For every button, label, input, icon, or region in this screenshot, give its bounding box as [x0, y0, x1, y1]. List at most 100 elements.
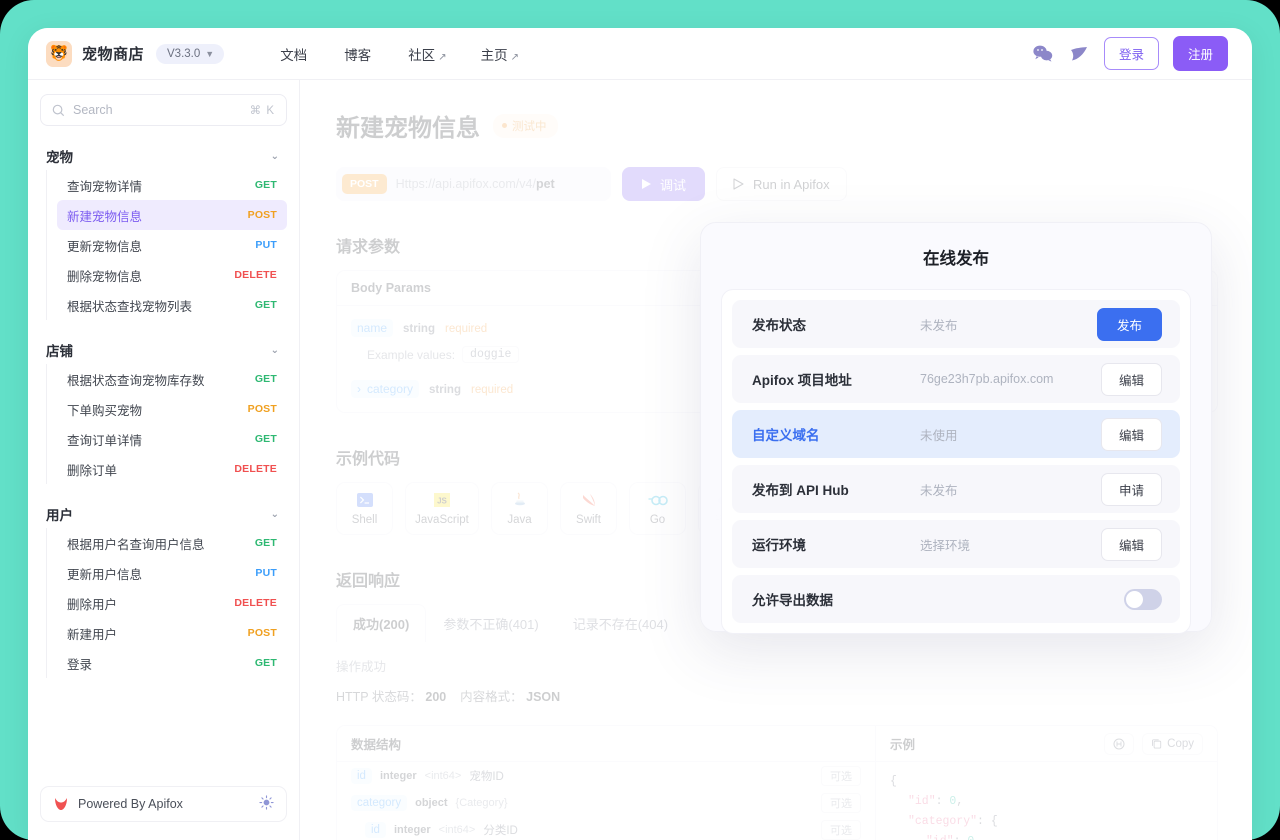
chevron-down-icon: ⌄: [271, 509, 279, 520]
allow-export-toggle[interactable]: [1124, 589, 1162, 610]
toggle-knob: [1126, 591, 1143, 608]
item-label: 更新宠物信息: [67, 236, 142, 255]
modal-row-publish-status: 发布状态 未发布 发布: [732, 300, 1180, 348]
sidebar-item-2-1[interactable]: 更新用户信息 PUT: [57, 558, 287, 588]
method-tag: GET: [255, 373, 277, 385]
item-label: 更新用户信息: [67, 564, 142, 583]
item-label: 查询订单详情: [67, 430, 142, 449]
nav-item-docs[interactable]: 文档: [280, 44, 310, 64]
method-tag: POST: [248, 209, 277, 221]
powered-label: Powered By Apifox: [78, 797, 183, 811]
nav-label: 主页: [481, 44, 508, 64]
method-tag: DELETE: [234, 463, 277, 475]
modal-row-api-hub: 发布到 API Hub 未发布 申请: [732, 465, 1180, 513]
sidebar-group-store: 店铺 ⌄ 根据状态查询宠物库存数 GET 下单购买宠物 POST 查询订单详情 …: [40, 338, 287, 484]
version-label: V3.3.0: [167, 48, 200, 60]
sidebar-group-header[interactable]: 店铺 ⌄: [40, 338, 287, 362]
method-tag: GET: [255, 537, 277, 549]
item-label: 新建用户: [67, 624, 117, 643]
app-window: 🐯 宠物商店 V3.3.0 ▼ 文档 博客 社区 ↗ 主页 ↗: [28, 28, 1252, 840]
nav-label: 文档: [280, 44, 307, 64]
sidebar-group-pets: 宠物 ⌄ 查询宠物详情 GET 新建宠物信息 POST 更新宠物信息 PUT: [40, 144, 287, 320]
chevron-down-icon: ▼: [205, 49, 214, 59]
method-tag: POST: [248, 403, 277, 415]
sidebar-item-0-0[interactable]: 查询宠物详情 GET: [57, 170, 287, 200]
item-label: 根据用户名查询用户信息: [67, 534, 205, 553]
sidebar-group-header[interactable]: 宠物 ⌄: [40, 144, 287, 168]
group-title: 宠物: [46, 146, 73, 166]
row-value: 选择环境: [920, 535, 1101, 554]
publish-button[interactable]: 发布: [1097, 308, 1162, 341]
row-label: 自定义域名: [752, 424, 920, 444]
item-label: 根据状态查找宠物列表: [67, 296, 192, 315]
row-value: 未发布: [920, 315, 1097, 334]
sidebar-item-1-1[interactable]: 下单购买宠物 POST: [57, 394, 287, 424]
modal-title: 在线发布: [721, 245, 1191, 269]
nav-label: 博客: [344, 44, 371, 64]
sidebar-item-1-0[interactable]: 根据状态查询宠物库存数 GET: [57, 364, 287, 394]
sidebar-item-2-0[interactable]: 根据用户名查询用户信息 GET: [57, 528, 287, 558]
row-value: 76ge23h7pb.apifox.com: [920, 372, 1101, 386]
modal-row-environment: 运行环境 选择环境 编辑: [732, 520, 1180, 568]
method-tag: DELETE: [234, 269, 277, 281]
item-label: 登录: [67, 654, 92, 673]
item-label: 新建宠物信息: [67, 206, 142, 225]
item-label: 删除用户: [67, 594, 117, 613]
sidebar-item-0-1[interactable]: 新建宠物信息 POST: [57, 200, 287, 230]
brand-name: 宠物商店: [82, 43, 144, 64]
sidebar-item-0-4[interactable]: 根据状态查找宠物列表 GET: [57, 290, 287, 320]
login-button[interactable]: 登录: [1104, 37, 1159, 70]
search-input[interactable]: Search ⌘ K: [40, 94, 287, 126]
edit-environment-button[interactable]: 编辑: [1101, 528, 1162, 561]
item-label: 下单购买宠物: [67, 400, 142, 419]
search-shortcut: ⌘ K: [250, 103, 275, 117]
item-label: 删除宠物信息: [67, 266, 142, 285]
modal-row-custom-domain: 自定义域名 未使用 编辑: [732, 410, 1180, 458]
register-button[interactable]: 注册: [1173, 36, 1228, 71]
online-publish-modal: 在线发布 发布状态 未发布 发布 Apifox 项目地址 76ge23h7pb.…: [700, 222, 1212, 632]
row-label: Apifox 项目地址: [752, 369, 920, 389]
modal-row-project-url: Apifox 项目地址 76ge23h7pb.apifox.com 编辑: [732, 355, 1180, 403]
method-tag: POST: [248, 627, 277, 639]
method-tag: DELETE: [234, 597, 277, 609]
chevron-down-icon: ⌄: [271, 151, 279, 162]
nav-item-blog[interactable]: 博客: [344, 44, 374, 64]
feishu-icon[interactable]: [1068, 43, 1090, 65]
external-link-icon: ↗: [438, 52, 446, 63]
row-label: 允许导出数据: [752, 589, 920, 609]
sun-icon[interactable]: [259, 795, 274, 813]
sidebar-item-1-2[interactable]: 查询订单详情 GET: [57, 424, 287, 454]
sidebar-group-header[interactable]: 用户 ⌄: [40, 502, 287, 526]
item-label: 删除订单: [67, 460, 117, 479]
sidebar-item-1-3[interactable]: 删除订单 DELETE: [57, 454, 287, 484]
edit-project-url-button[interactable]: 编辑: [1101, 363, 1162, 396]
apply-api-hub-button[interactable]: 申请: [1101, 473, 1162, 506]
brand[interactable]: 🐯 宠物商店: [46, 41, 144, 67]
wechat-icon[interactable]: [1032, 43, 1054, 65]
nav-label: 社区: [408, 44, 435, 64]
row-label: 发布到 API Hub: [752, 479, 920, 499]
version-selector[interactable]: V3.3.0 ▼: [156, 44, 224, 64]
sidebar-item-0-3[interactable]: 删除宠物信息 DELETE: [57, 260, 287, 290]
search-icon: [52, 104, 65, 117]
method-tag: GET: [255, 299, 277, 311]
sidebar-item-0-2[interactable]: 更新宠物信息 PUT: [57, 230, 287, 260]
top-header: 🐯 宠物商店 V3.3.0 ▼ 文档 博客 社区 ↗ 主页 ↗: [28, 28, 1252, 80]
item-label: 查询宠物详情: [67, 176, 142, 195]
external-link-icon: ↗: [511, 52, 519, 63]
nav-item-community[interactable]: 社区 ↗: [408, 44, 446, 64]
nav-item-home[interactable]: 主页 ↗: [481, 44, 519, 64]
method-tag: GET: [255, 657, 277, 669]
row-label: 发布状态: [752, 314, 920, 334]
sidebar-item-2-4[interactable]: 登录 GET: [57, 648, 287, 678]
sidebar-item-2-2[interactable]: 删除用户 DELETE: [57, 588, 287, 618]
row-value: 未使用: [920, 425, 1101, 444]
search-placeholder: Search: [73, 103, 113, 117]
sidebar-item-2-3[interactable]: 新建用户 POST: [57, 618, 287, 648]
method-tag: PUT: [255, 239, 277, 251]
powered-by-apifox[interactable]: Powered By Apifox: [40, 786, 287, 822]
modal-rows: 发布状态 未发布 发布 Apifox 项目地址 76ge23h7pb.apifo…: [721, 289, 1191, 634]
modal-row-allow-export: 允许导出数据: [732, 575, 1180, 623]
method-tag: GET: [255, 179, 277, 191]
edit-custom-domain-button[interactable]: 编辑: [1101, 418, 1162, 451]
